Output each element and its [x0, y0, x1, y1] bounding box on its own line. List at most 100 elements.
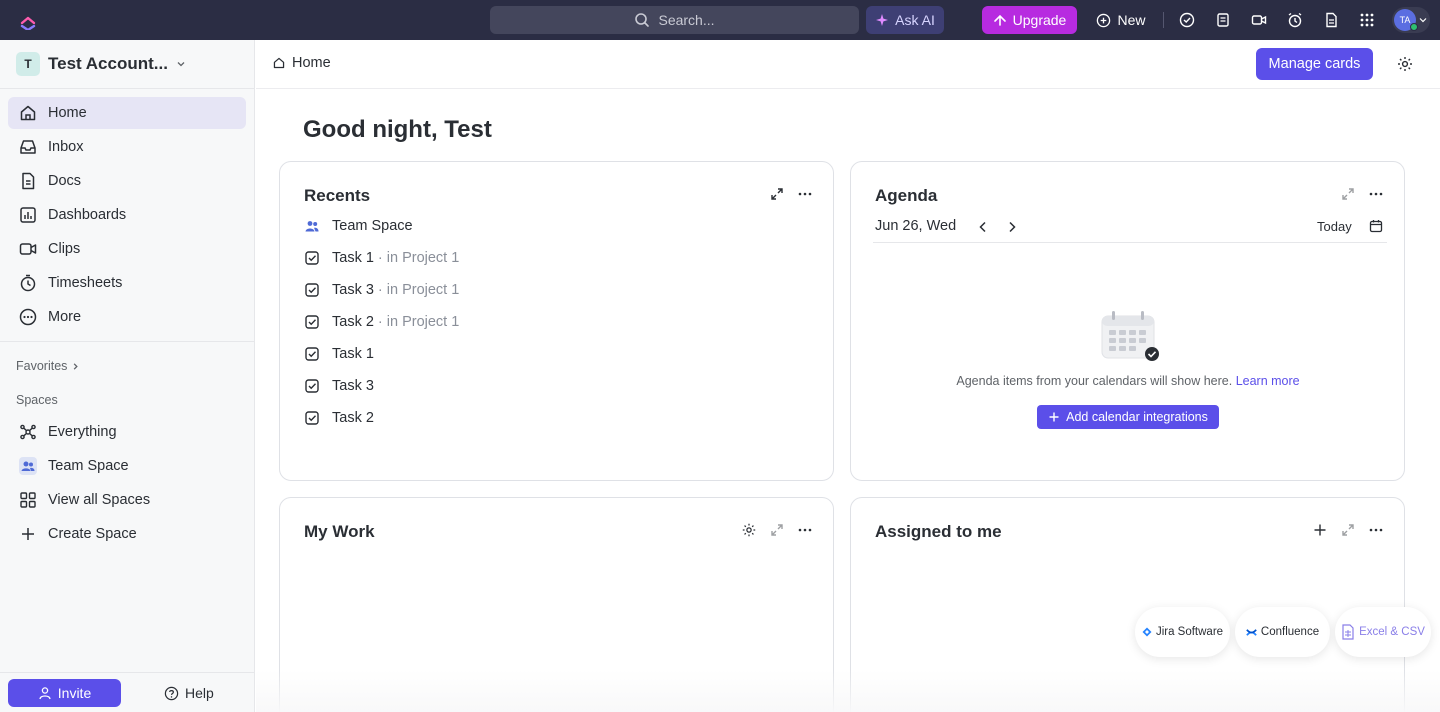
- new-button[interactable]: New: [1091, 6, 1151, 34]
- spaces-section: Spaces: [16, 393, 58, 407]
- sidebar-item-create-space[interactable]: Create Space: [8, 518, 246, 550]
- sparkle-icon: [876, 14, 889, 26]
- sidebar-item-team-space[interactable]: Team Space: [8, 450, 246, 482]
- sidebar-item-label: Clips: [48, 241, 81, 257]
- chevron-down-icon: [1419, 18, 1427, 23]
- item-name: Task 3: [332, 282, 374, 298]
- dashboards-icon: [20, 207, 36, 223]
- list-item[interactable]: Task 3: [304, 376, 374, 396]
- favorites-section[interactable]: Favorites: [16, 359, 80, 373]
- pill-label: Jira Software: [1155, 626, 1224, 638]
- ask-ai-button[interactable]: Ask AI: [866, 6, 944, 34]
- help-button[interactable]: Help: [164, 679, 224, 707]
- apps-grid-icon[interactable]: [1358, 11, 1376, 29]
- favorites-label: Favorites: [16, 359, 68, 373]
- sidebar-divider: [0, 88, 254, 89]
- plus-icon: [1049, 412, 1059, 422]
- add-calendar-integrations-button[interactable]: Add calendar integrations: [1037, 405, 1219, 429]
- user-avatar-menu[interactable]: TA: [1392, 7, 1430, 33]
- help-label: Help: [185, 685, 214, 701]
- search-bar[interactable]: Search...: [490, 6, 859, 34]
- notepad-icon[interactable]: [1214, 11, 1232, 29]
- sidebar-item-view-all-spaces[interactable]: View all Spaces: [8, 484, 246, 516]
- expand-icon[interactable]: [769, 186, 785, 202]
- timesheets-icon: [20, 274, 36, 292]
- chevron-left-icon[interactable]: [975, 219, 991, 235]
- plus-icon[interactable]: [1312, 522, 1328, 538]
- online-status-dot: [1410, 23, 1418, 31]
- sidebar-item-inbox[interactable]: Inbox: [8, 131, 246, 163]
- list-item[interactable]: Task 3 · in Project 1: [304, 280, 459, 300]
- task-check-icon: [305, 283, 319, 297]
- expand-icon[interactable]: [1340, 522, 1356, 538]
- team-icon: [19, 457, 37, 475]
- expand-icon[interactable]: [1340, 186, 1356, 202]
- agenda-divider: [873, 242, 1387, 243]
- calendar-icon[interactable]: [1368, 218, 1384, 234]
- item-separator: ·: [377, 250, 383, 266]
- more-horizontal-icon[interactable]: [797, 186, 813, 202]
- sidebar-item-docs[interactable]: Docs: [8, 165, 246, 197]
- manage-cards-button[interactable]: Manage cards: [1256, 48, 1373, 80]
- sidebar-item-more[interactable]: More: [8, 301, 246, 333]
- expand-icon[interactable]: [769, 522, 785, 538]
- document-icon[interactable]: [1322, 11, 1340, 29]
- video-icon[interactable]: [1250, 11, 1268, 29]
- item-location: in Project 1: [386, 250, 460, 266]
- confluence-integration-pill[interactable]: Confluence: [1235, 607, 1330, 657]
- sidebar-item-home[interactable]: Home: [8, 97, 246, 129]
- chevron-right-icon[interactable]: [1004, 219, 1020, 235]
- grid-icon: [20, 492, 36, 508]
- sidebar-item-label: Team Space: [48, 458, 129, 474]
- breadcrumb[interactable]: Home: [272, 55, 331, 71]
- item-separator: ·: [377, 282, 383, 298]
- sidebar-divider: [0, 672, 254, 673]
- workspace-avatar: T: [16, 52, 40, 76]
- upgrade-label: Upgrade: [1012, 12, 1067, 28]
- add-calendar-label: Add calendar integrations: [1066, 410, 1208, 424]
- settings-gear-icon[interactable]: [741, 522, 757, 538]
- team-icon: [305, 221, 319, 232]
- learn-more-link[interactable]: Learn more: [1236, 374, 1300, 388]
- list-item[interactable]: Task 1: [304, 344, 374, 364]
- user-icon: [39, 687, 51, 700]
- jira-integration-pill[interactable]: Jira Software: [1135, 607, 1230, 657]
- workspace-switcher[interactable]: T Test Account...: [16, 52, 186, 76]
- sidebar-item-clips[interactable]: Clips: [8, 233, 246, 265]
- alarm-clock-icon[interactable]: [1286, 11, 1304, 29]
- item-name: Team Space: [332, 218, 413, 234]
- list-item[interactable]: Task 2 · in Project 1: [304, 312, 459, 332]
- agenda-date: Jun 26, Wed: [875, 218, 957, 234]
- top-bar: Search... Ask AI Upgrade New TA: [0, 0, 1440, 40]
- breadcrumb-label: Home: [292, 55, 331, 71]
- sidebar-item-dashboards[interactable]: Dashboards: [8, 199, 246, 231]
- check-circle-icon[interactable]: [1178, 11, 1196, 29]
- page-title: Good night, Test: [303, 116, 492, 143]
- sidebar-item-timesheets[interactable]: Timesheets: [8, 267, 246, 299]
- task-check-icon: [305, 347, 319, 361]
- upgrade-icon: [993, 14, 1006, 26]
- list-item[interactable]: Task 1 · in Project 1: [304, 248, 459, 268]
- pill-label: Excel & CSV: [1359, 626, 1425, 638]
- item-name: Task 1: [332, 250, 374, 266]
- sidebar-item-everything[interactable]: Everything: [8, 416, 246, 448]
- excel-csv-integration-pill[interactable]: Excel & CSV: [1335, 607, 1431, 657]
- task-check-icon: [305, 251, 319, 265]
- settings-gear-icon[interactable]: [1396, 55, 1414, 73]
- list-item[interactable]: Task 2: [304, 408, 374, 428]
- today-button[interactable]: Today: [1317, 219, 1352, 234]
- upgrade-button[interactable]: Upgrade: [982, 6, 1077, 34]
- new-label: New: [1117, 12, 1146, 28]
- ask-ai-label: Ask AI: [895, 12, 935, 28]
- more-horizontal-icon[interactable]: [1368, 186, 1384, 202]
- bottom-fade: [256, 670, 1440, 712]
- invite-label: Invite: [57, 685, 92, 701]
- chevron-right-icon: [74, 362, 79, 370]
- more-horizontal-icon[interactable]: [1368, 522, 1384, 538]
- sidebar-item-label: Create Space: [48, 526, 137, 542]
- plus-icon: [22, 528, 34, 540]
- list-item[interactable]: Team Space: [304, 216, 413, 236]
- more-horizontal-icon[interactable]: [797, 522, 813, 538]
- clickup-logo-icon[interactable]: [18, 10, 38, 30]
- invite-button[interactable]: Invite: [8, 679, 121, 707]
